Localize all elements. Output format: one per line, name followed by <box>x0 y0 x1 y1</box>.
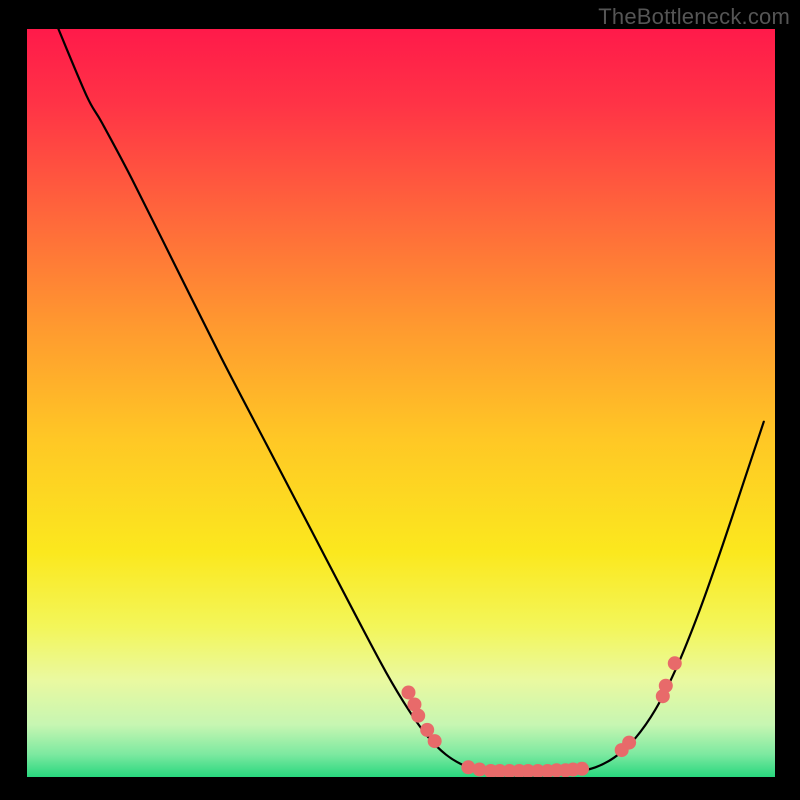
data-point <box>428 734 442 748</box>
plot-background <box>27 29 775 777</box>
data-point <box>659 679 673 693</box>
data-point <box>411 709 425 723</box>
data-point <box>401 685 415 699</box>
bottleneck-curve-chart <box>0 0 800 800</box>
data-point <box>668 656 682 670</box>
chart-container: TheBottleneck.com <box>0 0 800 800</box>
data-point <box>622 736 636 750</box>
data-point <box>575 762 589 776</box>
watermark-label: TheBottleneck.com <box>598 4 790 30</box>
